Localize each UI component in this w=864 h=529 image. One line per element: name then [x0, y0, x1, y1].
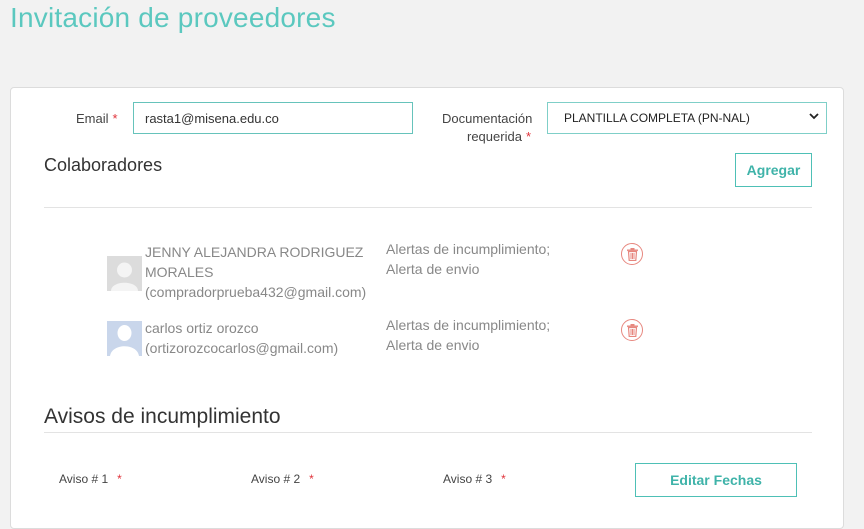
email-value: rasta1@misena.edu.co — [145, 111, 279, 126]
add-collaborator-button[interactable]: Agregar — [735, 153, 812, 187]
documentation-select[interactable]: PLANTILLA COMPLETA (PN-NAL) — [547, 102, 827, 134]
collaborator-info: carlos ortiz orozco (ortizorozcocarlos@g… — [145, 318, 338, 358]
collaborator-info: JENNY ALEJANDRA RODRIGUEZ MORALES (compr… — [145, 242, 366, 302]
delete-collaborator-button[interactable] — [621, 243, 643, 265]
collaborator-name: JENNY ALEJANDRA RODRIGUEZ — [145, 244, 364, 260]
email-label: Email * — [76, 111, 118, 126]
email-field[interactable]: rasta1@misena.edu.co — [133, 102, 413, 134]
collaborator-alerts: Alertas de incumplimiento; Alerta de env… — [386, 241, 551, 277]
collaborator-alerts: Alertas de incumplimiento; Alerta de env… — [386, 317, 551, 353]
delete-collaborator-button[interactable] — [621, 319, 643, 341]
collaborator-email: (ortizorozcocarlos@gmail.com) — [145, 340, 339, 356]
aviso-3-label: Aviso # 3 * — [443, 472, 506, 486]
required-mark: * — [501, 472, 506, 486]
documentation-selected-value: PLANTILLA COMPLETA (PN-NAL) — [564, 111, 750, 125]
trash-icon — [627, 324, 638, 337]
invitation-form-card: Email * rasta1@misena.edu.co Documentació… — [10, 87, 844, 529]
page-title: Invitación de proveedores — [10, 2, 336, 33]
collaborator-name: carlos ortiz orozco — [145, 320, 259, 336]
section-divider — [44, 207, 812, 208]
collaborator-name-cont: MORALES — [145, 264, 214, 280]
user-silhouette-icon — [107, 321, 142, 356]
edit-dates-button[interactable]: Editar Fechas — [635, 463, 797, 497]
trash-icon — [627, 248, 638, 261]
required-mark: * — [309, 472, 314, 486]
required-mark: * — [117, 472, 122, 486]
aviso-1-label: Aviso # 1 * — [59, 472, 122, 486]
section-divider — [44, 432, 812, 433]
avisos-title: Avisos de incumplimiento — [44, 405, 281, 428]
required-mark: * — [525, 129, 531, 144]
documentation-label: Documentación requerida * — [442, 111, 533, 144]
required-mark: * — [112, 111, 118, 126]
aviso-2-label: Aviso # 2 * — [251, 472, 314, 486]
colaboradores-title: Colaboradores — [44, 155, 163, 175]
collaborator-email: (compradorprueba432@gmail.com) — [145, 284, 367, 300]
generic-user-icon — [107, 256, 142, 291]
chevron-down-icon — [809, 113, 819, 120]
